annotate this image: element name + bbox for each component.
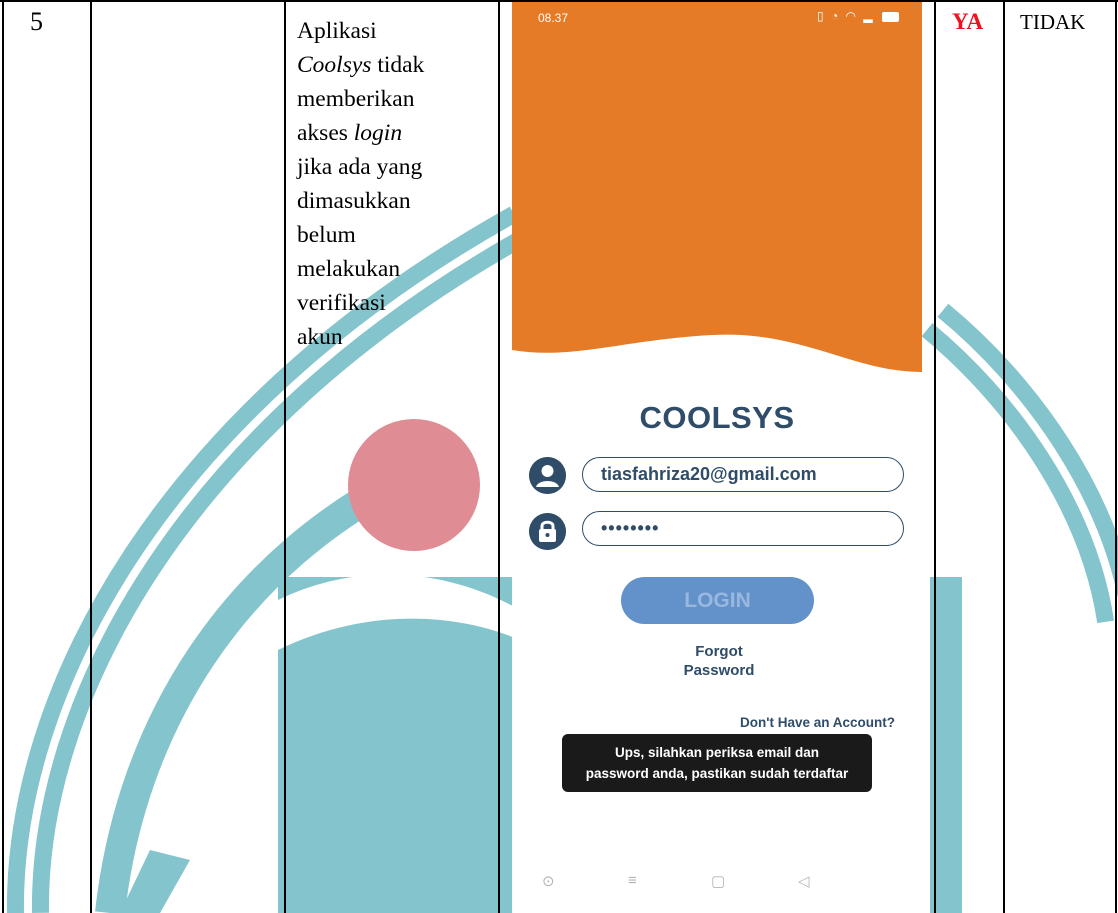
alarm-icon: ◔	[830, 9, 841, 23]
phone-screenshot: 08.37 ▯ ◔ ◠ ▂ COOLSYS tiasfahriza20@gmai…	[512, 0, 922, 913]
description-line: Coolsys tidak	[297, 52, 425, 78]
forgot-password-link[interactable]: Forgot Password	[664, 642, 774, 680]
description-line: verifikasi	[297, 290, 386, 316]
email-input[interactable]: tiasfahriza20@gmail.com	[582, 457, 904, 492]
result-yes-label: YA	[952, 9, 984, 34]
test-description: Aplikasi Coolsys tidak memberikan akses …	[297, 14, 487, 354]
signal-icon: ▂	[863, 9, 875, 23]
vibrate-icon: ▯	[817, 9, 826, 23]
wifi-icon: ◠	[845, 9, 859, 23]
description-line: dimasukkan	[297, 188, 411, 214]
table-col-border	[934, 0, 936, 913]
table-col-border	[498, 0, 500, 913]
toast-line: Ups, silahkan periksa email dan	[614, 745, 820, 760]
battery-icon	[881, 11, 899, 22]
toast-line: password anda, pastikan sudah terdaftar	[585, 766, 849, 781]
description-line: akun	[297, 324, 343, 350]
circle-home-icon[interactable]: ⊙	[542, 872, 555, 890]
android-nav-bar: ⊙ ≡ ▢ ◁	[512, 866, 922, 906]
back-triangle-icon[interactable]: ◁	[798, 872, 810, 890]
description-line: melakukan	[297, 256, 401, 282]
password-input[interactable]: ••••••••	[582, 511, 904, 546]
row-number: 5	[30, 7, 43, 36]
forgot-line: Forgot	[695, 643, 743, 660]
description-line: jika ada yang	[297, 154, 423, 180]
table-col-border	[90, 0, 92, 913]
status-time: 08.37	[538, 11, 569, 25]
lock-icon	[529, 513, 566, 550]
signup-link[interactable]: Don't Have an Account?	[740, 715, 895, 730]
table-col-border	[1003, 0, 1005, 913]
description-line: memberikan	[297, 86, 415, 112]
table-col-border	[1115, 0, 1117, 913]
table-col-border	[2, 0, 4, 913]
result-no-label: TIDAK	[1020, 10, 1086, 34]
app-title: COOLSYS	[639, 400, 795, 435]
description-line: belum	[297, 222, 356, 248]
error-toast: Ups, silahkan periksa email dan password…	[562, 734, 872, 792]
menu-icon[interactable]: ≡	[628, 872, 637, 889]
table-col-border	[284, 0, 286, 913]
status-icons: ▯ ◔ ◠ ▂	[817, 9, 899, 23]
login-button[interactable]: LOGIN	[621, 577, 814, 624]
description-line: akses login	[297, 120, 403, 146]
square-recents-icon[interactable]: ▢	[711, 872, 725, 890]
table-top-border	[0, 0, 1118, 2]
forgot-line: Password	[683, 662, 755, 679]
user-icon	[529, 457, 566, 494]
description-line: Aplikasi	[297, 18, 377, 44]
